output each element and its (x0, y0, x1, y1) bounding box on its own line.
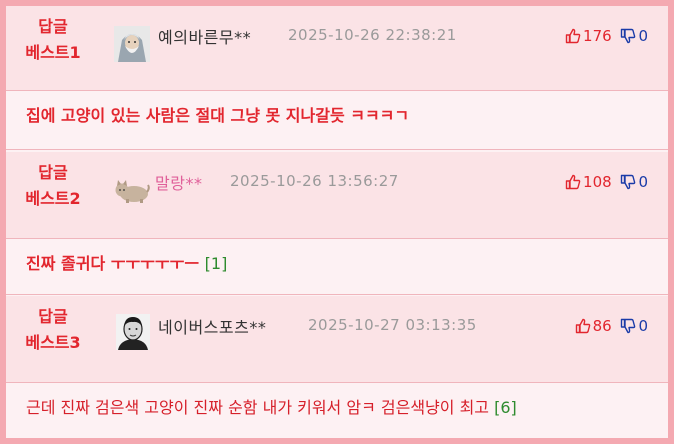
reply-count[interactable]: [6] (494, 398, 517, 417)
comment-date: 2025-10-26 22:38:21 (288, 26, 457, 44)
divider (6, 294, 668, 295)
comment-date: 2025-10-27 03:13:35 (308, 316, 477, 334)
rank-label: 답글 (38, 307, 68, 326)
divider (6, 90, 668, 91)
thumbs-up-icon[interactable] (575, 318, 591, 334)
downvote-count: 0 (638, 316, 648, 335)
old-man-avatar-icon[interactable] (114, 26, 150, 62)
thumbs-down-icon[interactable] (620, 174, 636, 190)
cat-avatar-icon[interactable] (114, 178, 150, 204)
downvote-count: 0 (638, 26, 648, 45)
thumbs-down-icon[interactable] (620, 318, 636, 334)
comment-header: 답글 베스트3 네이버스포츠** 2025-10-27 03:13:35 86 (6, 296, 668, 382)
comment-header: 답글 베스트2 말랑** 2025-10-26 13:56:27 108 0 (6, 152, 668, 238)
vote-controls: 176 0 (565, 26, 648, 46)
nickname[interactable]: 예의바른무** (158, 24, 251, 48)
comment-header: 답글 베스트1 예의바른무** 2025-10-26 22:38:21 176 (6, 6, 668, 90)
downvote-count: 0 (638, 172, 648, 191)
upvote-count: 108 (583, 172, 612, 191)
comment-text: 진짜 졸귀다 ㅜㅜㅜㅜㅜㅡ [1] (26, 252, 227, 276)
upvote-count: 86 (592, 316, 612, 335)
vote-controls: 108 0 (565, 172, 648, 192)
divider (6, 238, 668, 239)
upvote-count: 176 (583, 26, 612, 45)
nickname[interactable]: 말랑** (155, 170, 202, 194)
comment-item: 답글 베스트2 말랑** 2025-10-26 13:56:27 108 0 진… (6, 152, 668, 293)
comment-text: 집에 고양이 있는 사람은 절대 그냥 못 지나갈듯 ㅋㅋㅋㄱ (26, 104, 409, 128)
thumbs-up-icon[interactable] (565, 174, 581, 190)
comment-item: 답글 베스트3 네이버스포츠** 2025-10-27 03:13:35 86 (6, 296, 668, 438)
best-rank-badge: 답글 베스트3 (20, 304, 86, 356)
comment-body: 진짜 졸귀다 ㅜㅜㅜㅜㅜㅡ (26, 254, 200, 273)
rank-label: 답글 (38, 163, 68, 182)
best-rank-badge: 답글 베스트2 (20, 160, 86, 212)
rank-number: 베스트1 (25, 43, 81, 62)
comment-date: 2025-10-26 13:56:27 (230, 172, 399, 190)
comment-item: 답글 베스트1 예의바른무** 2025-10-26 22:38:21 176 (6, 6, 668, 148)
nickname[interactable]: 네이버스포츠** (158, 314, 266, 338)
divider (6, 382, 668, 383)
comment-body: 집에 고양이 있는 사람은 절대 그냥 못 지나갈듯 ㅋㅋㅋㄱ (26, 106, 410, 125)
thumbs-down-icon[interactable] (620, 28, 636, 44)
rank-number: 베스트2 (25, 189, 81, 208)
rank-number: 베스트3 (25, 333, 81, 352)
best-comments-panel: 답글 베스트1 예의바른무** 2025-10-26 22:38:21 176 (6, 6, 668, 438)
man-portrait-avatar-icon[interactable] (116, 314, 150, 350)
reply-count[interactable]: [1] (205, 254, 228, 273)
best-rank-badge: 답글 베스트1 (20, 14, 86, 66)
vote-controls: 86 0 (575, 316, 648, 336)
rank-label: 답글 (38, 17, 68, 36)
comment-text: 근데 진짜 검은색 고양이 진짜 순함 내가 키워서 암ㅋ 검은색냥이 최고 [… (26, 396, 517, 420)
divider (6, 149, 668, 150)
comment-body: 근데 진짜 검은색 고양이 진짜 순함 내가 키워서 암ㅋ 검은색냥이 최고 (26, 398, 490, 417)
thumbs-up-icon[interactable] (565, 28, 581, 44)
